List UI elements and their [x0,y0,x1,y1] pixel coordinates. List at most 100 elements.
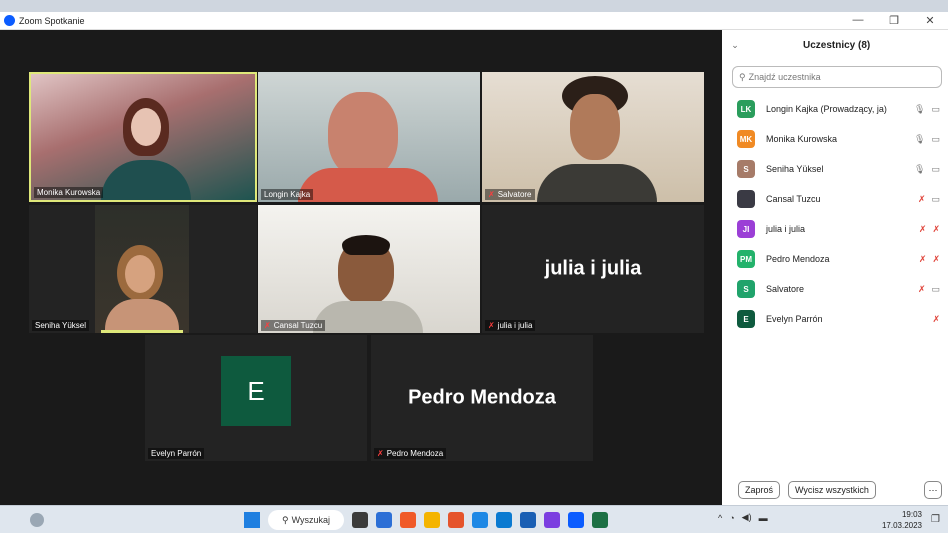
battery-icon[interactable]: ▬ [759,513,768,523]
system-tray: ^ ◔ ◀) ▬ [718,512,768,523]
participants-panel: ⌄ Uczestnicy (8) ⚲ Znajdź uczestnika LK L… [722,30,948,505]
tile-name: Seniha Yüksel [32,320,89,331]
taskbar-app-icon[interactable] [448,512,464,528]
tile-name: Evelyn Parrón [148,448,205,459]
taskbar-app-icon[interactable] [424,512,440,528]
more-options-button[interactable]: ··· [924,481,942,499]
tile-name: ✗ Pedro Mendoza [374,448,447,459]
taskbar: ⚲ Wyszukaj ^ ◔ ◀) ▬ 19:03 17.03.2023 ❐ [0,505,948,533]
participant-face [328,92,398,178]
participant-search-input[interactable]: ⚲ Znajdź uczestnika [732,66,942,88]
mic-icon: ✗ [917,193,926,204]
camera-icon: ▭ [931,193,940,204]
video-tile[interactable]: E Evelyn Parrón [145,335,367,461]
camera-icon: ▭ [931,133,940,144]
participant-body [298,168,438,202]
participant-row[interactable]: S Salvatore ✗ ▭ [722,274,948,304]
camera-icon: ▭ [931,103,940,114]
taskbar-app-icon[interactable] [496,512,512,528]
participant-row[interactable]: JI julia i julia ✗ ✗ [722,214,948,244]
video-tile[interactable]: julia i julia ✗ julia i julia [482,205,704,333]
participant-display-name: Pedro Mendoza [408,386,556,409]
volume-icon[interactable]: ◀) [742,512,752,523]
participant-avatar: E [221,356,291,426]
start-button[interactable] [244,512,260,528]
weather-widget-icon[interactable] [30,513,44,527]
participant-row[interactable]: Cansal Tuzcu ✗ ▭ [722,184,948,214]
video-tile[interactable]: ✗ Cansal Tuzcu [258,205,480,333]
participant-body [537,164,657,202]
taskbar-app-icon[interactable] [352,512,368,528]
taskbar-app-icon[interactable] [472,512,488,528]
search-icon: ⚲ [739,71,746,82]
participant-row[interactable]: MK Monika Kurowska 🎙 ▭ [722,124,948,154]
chevron-up-icon[interactable]: ^ [718,513,722,523]
mic-muted-icon: ✗ [264,321,271,330]
mic-icon: ✗ [918,253,927,264]
video-tile[interactable]: Seniha Yüksel [29,205,257,333]
clock-date: 17.03.2023 [881,521,922,530]
panel-title: Uczestnicy (8) [803,39,871,51]
camera-icon: ✗ [932,313,940,324]
participant-avatar: LK [737,100,755,118]
mic-icon: 🎙 [914,163,926,174]
taskbar-app-icon[interactable] [376,512,392,528]
search-icon: ⚲ [281,514,289,525]
participant-avatar: E [737,310,755,328]
video-tile[interactable]: Longin Kajka [258,72,480,202]
zoom-window: Zoom Spotkanie — ❐ ✕ Monika Kurowska Lon… [0,12,948,505]
restore-button[interactable]: ❐ [876,14,912,27]
taskbar-app-icon[interactable] [520,512,536,528]
taskbar-app-icon[interactable] [400,512,416,528]
camera-icon: ✗ [932,253,940,264]
participant-avatar: S [737,160,755,178]
participant-body [105,299,179,333]
camera-icon: ▭ [931,163,940,174]
taskbar-app-icon[interactable] [568,512,584,528]
taskbar-app-icon[interactable] [544,512,560,528]
wifi-icon[interactable]: ◔ [729,513,734,523]
tile-name: ✗ Cansal Tuzcu [261,320,326,331]
chevron-down-icon[interactable]: ⌄ [722,40,748,51]
window-title: Zoom Spotkanie [19,15,85,26]
taskbar-search[interactable]: ⚲ Wyszukaj [268,510,344,530]
participant-avatar: JI [737,220,755,238]
video-gallery: Monika Kurowska Longin Kajka ✗ Salvatore … [18,42,722,504]
participant-name: Longin Kajka (Prowadzący, ja) [766,104,887,114]
camera-icon: ▭ [931,283,940,294]
participant-name: Seniha Yüksel [766,164,824,174]
search-placeholder: Znajdź uczestnika [748,72,821,82]
taskbar-search-label: Wyszukaj [291,515,331,525]
participant-list: LK Longin Kajka (Prowadzący, ja) 🎙 ▭ MK Monik… [722,94,948,334]
taskbar-app-icon[interactable] [592,512,608,528]
close-button[interactable]: ✕ [912,14,948,27]
minimize-button[interactable]: — [840,14,876,27]
participant-name: Salvatore [766,284,805,294]
video-tile[interactable]: Pedro Mendoza ✗ Pedro Mendoza [371,335,593,461]
taskbar-apps: ⚲ Wyszukaj [244,510,608,530]
participant-row[interactable]: LK Longin Kajka (Prowadzący, ja) 🎙 ▭ [722,94,948,124]
clock[interactable]: 19:03 17.03.2023 [882,509,922,531]
mic-muted-icon: ✗ [488,190,495,199]
mute-all-button[interactable]: Wycisz wszystkich [788,481,876,499]
participant-row[interactable]: PM Pedro Mendoza ✗ ✗ [722,244,948,274]
notification-icon[interactable]: ❐ [931,514,940,525]
panel-header: ⌄ Uczestnicy (8) [722,30,948,60]
participant-row[interactable]: S Seniha Yüksel 🎙 ▭ [722,154,948,184]
participant-display-name: julia i julia [544,257,642,280]
participant-row[interactable]: E Evelyn Parrón ✗ [722,304,948,334]
zoom-logo-icon [4,15,15,26]
invite-button[interactable]: Zaproś [738,481,781,499]
video-tile[interactable]: ✗ Salvatore [482,72,704,202]
participant-hair [342,235,390,255]
participant-name: Evelyn Parrón [766,314,823,324]
clock-time: 19:03 [901,510,922,519]
participant-name: julia i julia [766,224,806,234]
video-tile[interactable]: Monika Kurowska [29,72,257,202]
mic-icon: ✗ [917,283,926,294]
video-feed [95,205,189,333]
panel-footer: Zaproś Wycisz wszystkich ··· [738,481,942,499]
camera-icon: ✗ [932,223,940,234]
participant-avatar: S [737,280,755,298]
participant-avatar [737,190,755,208]
